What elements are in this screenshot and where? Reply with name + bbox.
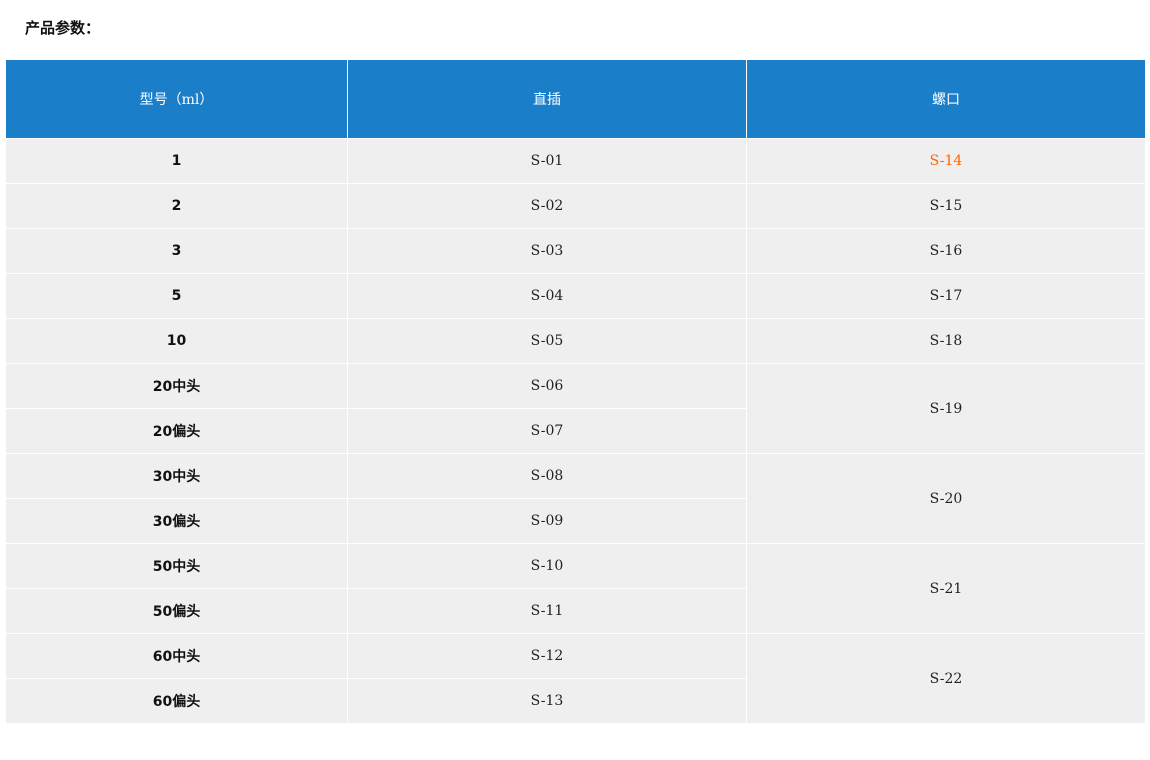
table-row: 3 S-03 S-16 <box>5 228 1146 274</box>
direct-cell: S-11 <box>347 588 747 634</box>
table-row: 5 S-04 S-17 <box>5 273 1146 319</box>
table-row: 60中头 S-12 S-22 <box>5 633 1146 724</box>
direct-cell: S-12 <box>347 633 747 679</box>
model-cell: 30中头 <box>5 453 348 499</box>
screw-cell: S-20 <box>746 453 1146 544</box>
table-row: 20中头 S-06 S-19 <box>5 363 1146 454</box>
screw-cell: S-15 <box>746 183 1146 229</box>
direct-cell: S-02 <box>347 183 747 229</box>
model-cell: 2 <box>5 183 348 229</box>
model-cell: 50中头 <box>5 543 348 589</box>
screw-cell: S-18 <box>746 318 1146 364</box>
table-row: 1 S-01 S-14 <box>5 138 1146 184</box>
direct-cell: S-10 <box>347 543 747 589</box>
model-cell: 5 <box>5 273 348 319</box>
direct-cell: S-07 <box>347 408 747 454</box>
table-row: 50中头 S-10 S-21 <box>5 543 1146 634</box>
product-params-table: 型号（ml） 直插 螺口 1 S-01 S-14 2 S-02 S-15 3 S… <box>5 59 1146 724</box>
screw-cell: S-22 <box>746 633 1146 724</box>
table-row: 30中头 S-08 S-20 <box>5 453 1146 544</box>
direct-cell: S-09 <box>347 498 747 544</box>
model-cell: 50偏头 <box>5 588 348 634</box>
screw-cell: S-21 <box>746 543 1146 634</box>
model-cell: 20中头 <box>5 363 348 409</box>
table-header-row: 型号（ml） 直插 螺口 <box>5 59 1146 139</box>
screw-cell[interactable]: S-14 <box>746 138 1146 184</box>
model-cell: 10 <box>5 318 348 364</box>
direct-cell: S-08 <box>347 453 747 499</box>
model-cell: 3 <box>5 228 348 274</box>
model-cell: 30偏头 <box>5 498 348 544</box>
header-model: 型号（ml） <box>5 59 348 139</box>
model-cell: 20偏头 <box>5 408 348 454</box>
direct-cell: S-01 <box>347 138 747 184</box>
model-cell: 60中头 <box>5 633 348 679</box>
header-screw: 螺口 <box>746 59 1146 139</box>
table-row: 10 S-05 S-18 <box>5 318 1146 364</box>
section-title: 产品参数： <box>25 19 101 37</box>
screw-cell: S-19 <box>746 363 1146 454</box>
direct-cell: S-05 <box>347 318 747 364</box>
table-row: 2 S-02 S-15 <box>5 183 1146 229</box>
screw-cell: S-16 <box>746 228 1146 274</box>
model-cell: 60偏头 <box>5 678 348 724</box>
direct-cell: S-03 <box>347 228 747 274</box>
direct-cell: S-06 <box>347 363 747 409</box>
direct-cell: S-04 <box>347 273 747 319</box>
model-cell: 1 <box>5 138 348 184</box>
header-direct: 直插 <box>347 59 747 139</box>
screw-cell: S-17 <box>746 273 1146 319</box>
direct-cell: S-13 <box>347 678 747 724</box>
